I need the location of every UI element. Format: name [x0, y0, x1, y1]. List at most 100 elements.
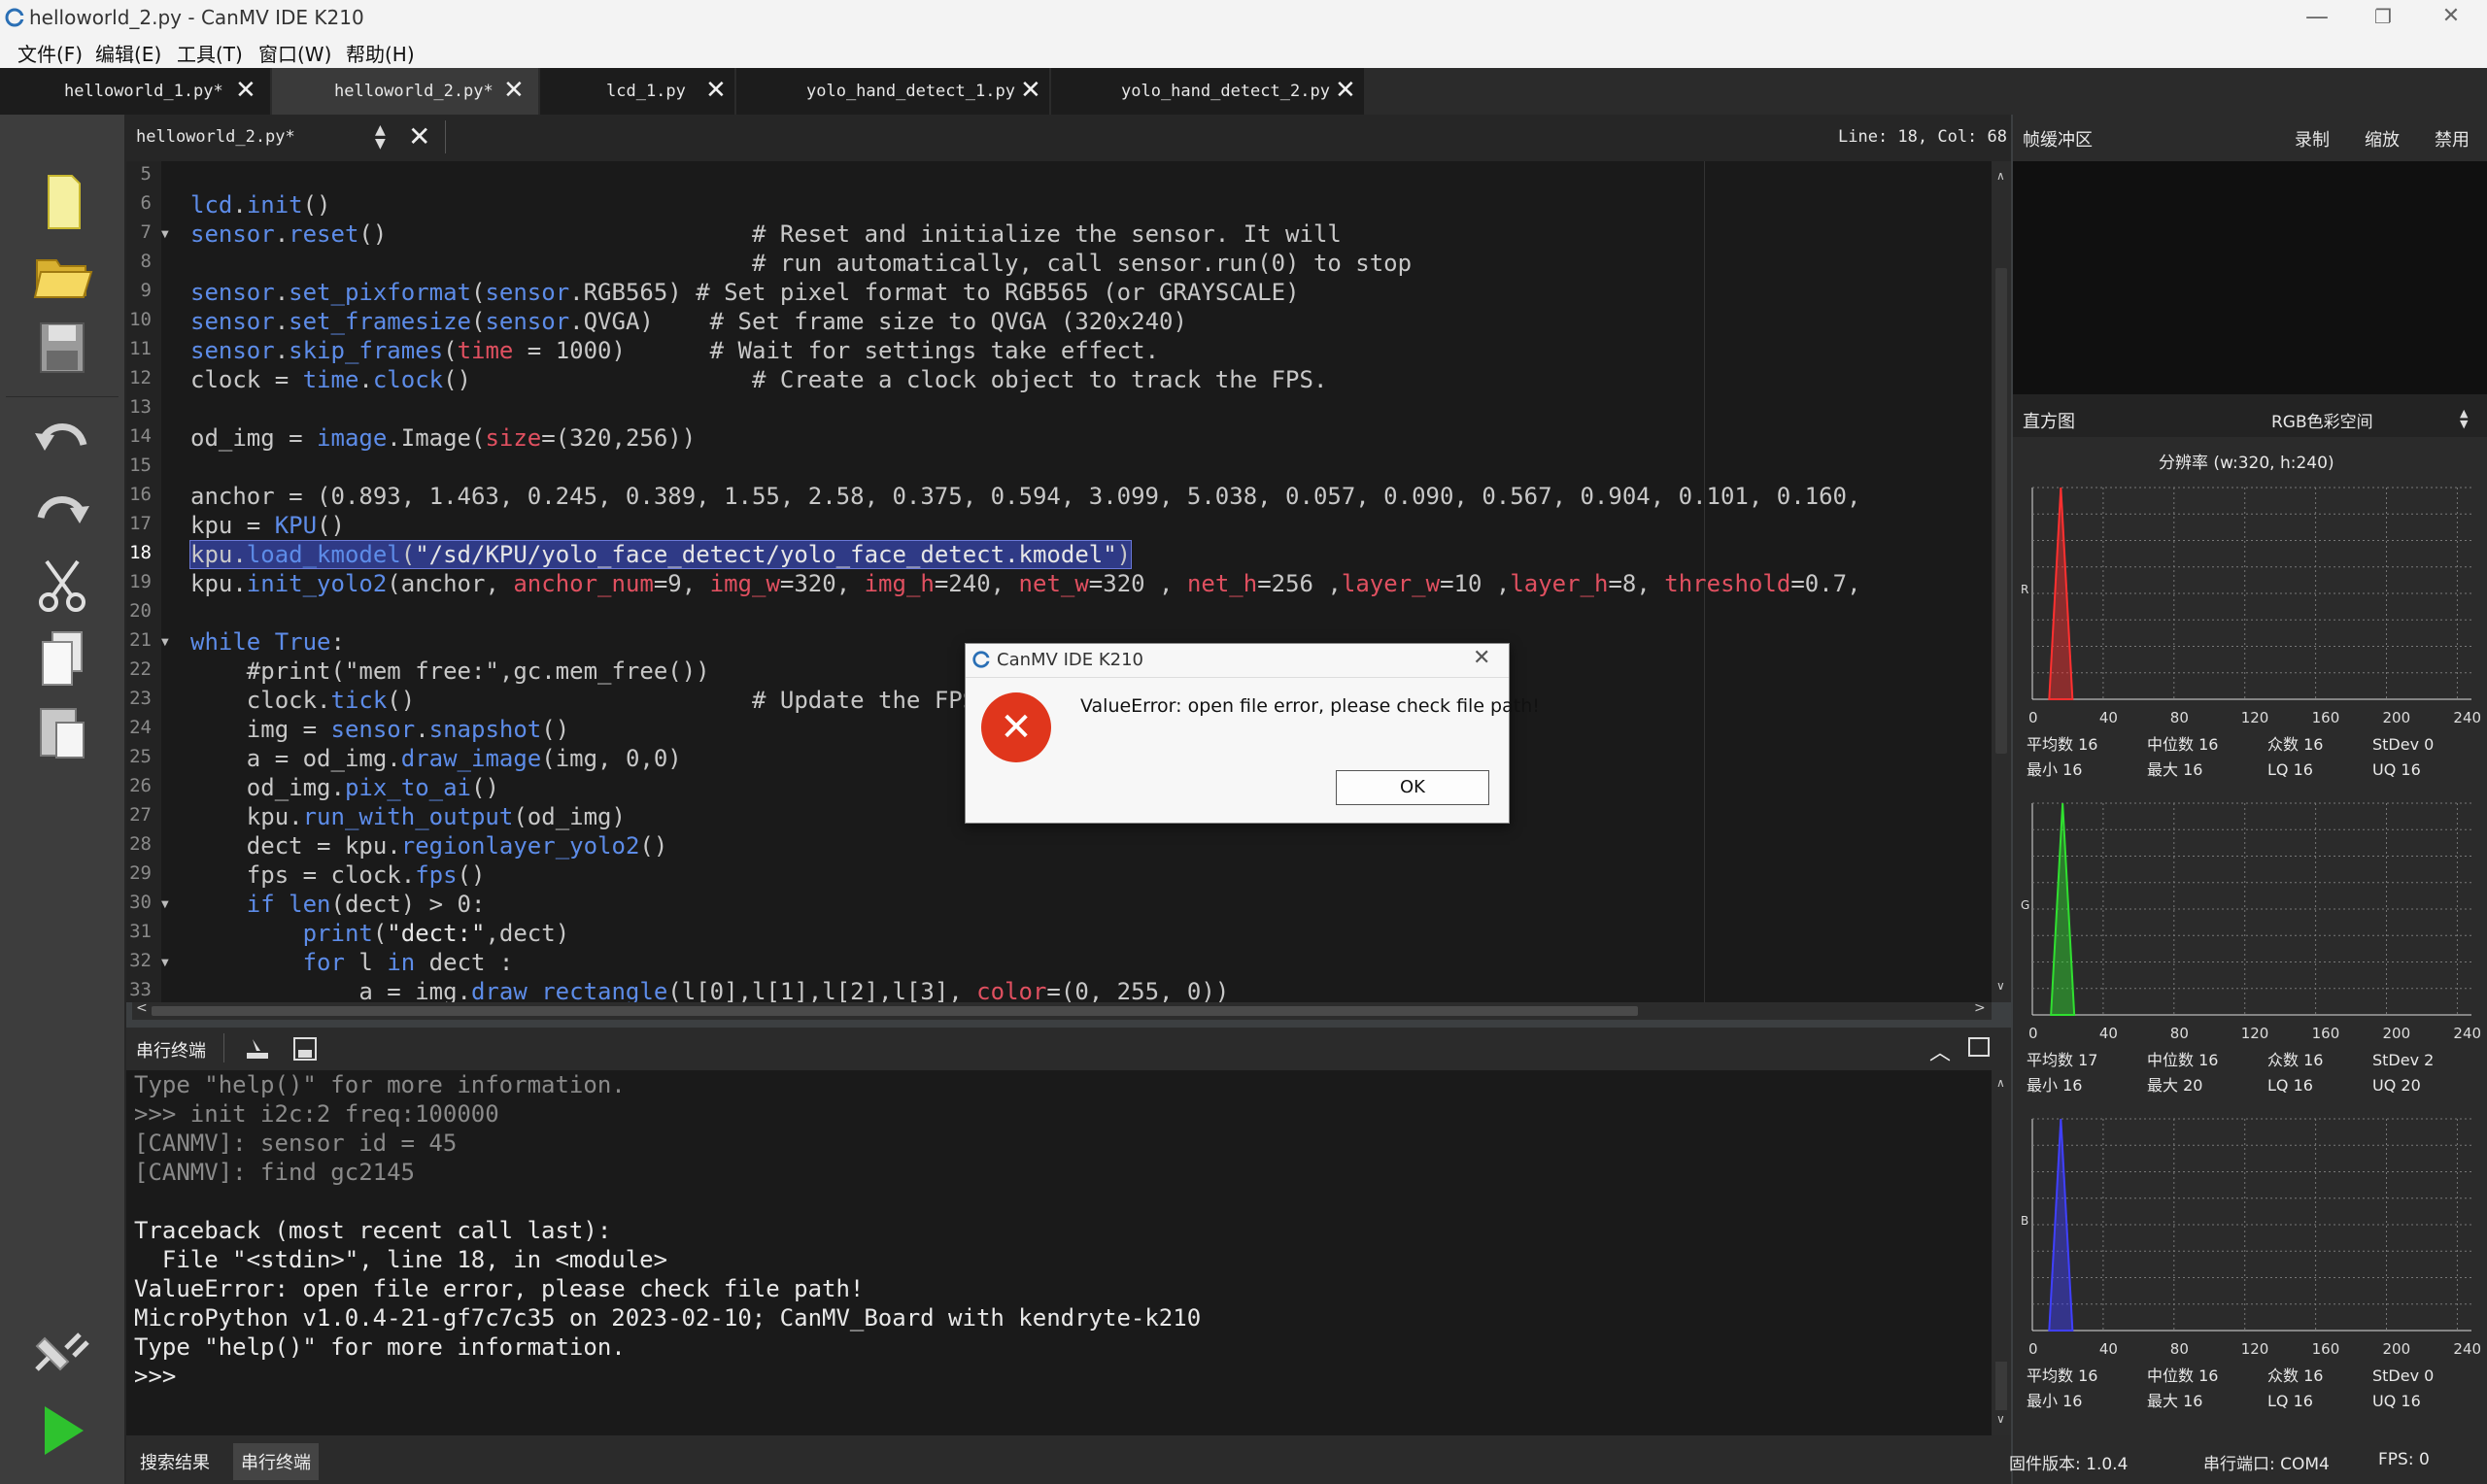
code-line[interactable]: anchor = (0.893, 1.463, 0.245, 0.389, 1.… — [190, 482, 1860, 511]
connect-icon[interactable] — [23, 1319, 101, 1387]
maximize-terminal-icon[interactable]: ︿ — [1929, 1035, 1951, 1066]
new-file-icon[interactable] — [23, 168, 101, 236]
menu-window[interactable]: 窗口(W) — [258, 39, 331, 67]
colorspace-select[interactable]: RGB色彩空间 — [2271, 408, 2373, 432]
open-folder-icon[interactable] — [23, 241, 101, 309]
tab-serial-terminal[interactable]: 串行终端 — [233, 1443, 319, 1480]
line-number: 22 — [129, 658, 152, 680]
code-line[interactable]: kpu.run_with_output(od_img) — [190, 802, 626, 831]
code-line[interactable]: a = img.draw_rectangle(l[0],l[1],l[2],l[… — [190, 977, 1229, 1002]
code-line[interactable]: print("dect:",dect) — [190, 919, 570, 948]
fold-marker-icon[interactable]: ▼ — [161, 958, 169, 968]
menu-tools[interactable]: 工具(T) — [177, 39, 243, 67]
save-icon[interactable] — [23, 314, 101, 382]
dialog-close-button[interactable]: ✕ — [1473, 646, 1490, 670]
tab-label: helloworld_1.py* — [64, 82, 223, 101]
menu-edit[interactable]: 编辑(E) — [95, 39, 161, 67]
record-button[interactable]: 录制 — [2295, 126, 2330, 152]
code-line[interactable]: sensor.reset() # Reset and initialize th… — [190, 219, 1342, 249]
terminal-vertical-scrollbar[interactable]: ∧ ∨ — [1992, 1070, 2011, 1435]
code-line[interactable]: kpu.load_kmodel("/sd/KPU/yolo_face_detec… — [188, 540, 1133, 569]
menu-help[interactable]: 帮助(H) — [346, 39, 415, 67]
hist-tick-label: 240 — [2453, 1025, 2481, 1042]
fold-marker-icon[interactable]: ▼ — [161, 899, 169, 910]
histogram-title: 直方图 — [2023, 412, 2075, 432]
redo-icon[interactable] — [23, 479, 101, 547]
float-terminal-icon[interactable] — [1968, 1037, 1990, 1057]
line-number: 33 — [129, 979, 152, 1000]
editor-horizontal-scrollbar[interactable]: < > — [132, 1000, 1992, 1020]
error-dialog: CanMV IDE K210 ✕ ✕ ValueError: open file… — [965, 643, 1540, 824]
zoom-button[interactable]: 缩放 — [2365, 126, 2400, 152]
maximize-button[interactable]: ❐ — [2349, 0, 2417, 35]
close-icon[interactable]: ✕ — [503, 76, 525, 105]
run-icon[interactable] — [23, 1397, 101, 1465]
undo-icon[interactable] — [23, 406, 101, 474]
code-line[interactable]: #print("mem free:",gc.mem_free()) — [190, 657, 710, 686]
hist-stat: StDev 0 — [2372, 1366, 2434, 1385]
code-line[interactable]: clock = time.clock() # Create a clock ob… — [190, 365, 1327, 394]
close-icon[interactable]: ✕ — [235, 76, 256, 105]
line-number: 27 — [129, 804, 152, 826]
code-line[interactable]: sensor.skip_frames(time = 1000) # Wait f… — [190, 336, 1159, 365]
code-line[interactable]: kpu.init_yolo2(anchor, anchor_num=9, img… — [190, 569, 1861, 598]
close-file-icon[interactable]: ✕ — [408, 120, 430, 152]
close-icon[interactable]: ✕ — [1335, 76, 1356, 105]
cut-icon[interactable] — [23, 552, 101, 620]
code-line[interactable]: sensor.set_framesize(sensor.QVGA) # Set … — [190, 307, 1187, 336]
terminal-line: Type "help()" for more information. — [134, 1071, 626, 1098]
fold-marker-icon[interactable]: ▼ — [161, 637, 169, 648]
disable-button[interactable]: 禁用 — [2435, 126, 2470, 152]
code-line[interactable]: od_img.pix_to_ai() — [190, 773, 499, 802]
code-line[interactable]: sensor.set_pixformat(sensor.RGB565) # Se… — [190, 278, 1300, 307]
tab-helloworld-2[interactable]: helloworld_2.py* ✕ — [272, 68, 538, 115]
code-line[interactable]: clock.tick() # Update the FPS clock. — [190, 686, 1075, 715]
menu-file[interactable]: 文件(F) — [17, 39, 83, 67]
hist-tick-label: 120 — [2241, 709, 2269, 726]
scroll-thumb[interactable] — [152, 1006, 1638, 1016]
hist-stat: 最小 16 — [2027, 1076, 2082, 1095]
ok-button[interactable]: OK — [1336, 770, 1489, 805]
terminal-line: [CANMV]: find gc2145 — [134, 1159, 415, 1186]
code-line[interactable]: dect = kpu.regionlayer_yolo2() — [190, 831, 668, 860]
fold-marker-icon[interactable]: ▼ — [161, 229, 169, 240]
tab-yolo-hand-detect-2[interactable]: yolo_hand_detect_2.py ✕ — [1051, 68, 1364, 115]
paste-icon[interactable] — [23, 697, 101, 765]
line-number: 17 — [129, 513, 152, 534]
hist-stat: 中位数 16 — [2147, 1051, 2218, 1069]
code-line[interactable]: a = od_img.draw_image(img, 0,0) — [190, 744, 682, 773]
code-editor[interactable]: lcd.init() sensor.reset() # Reset and ini… — [161, 161, 1992, 1002]
close-icon[interactable]: ✕ — [705, 76, 727, 105]
close-window-button[interactable]: ✕ — [2417, 0, 2485, 35]
updown-icon: ▲ ▼ — [2460, 407, 2469, 430]
code-line[interactable]: img = sensor.snapshot() — [190, 715, 569, 744]
code-line[interactable]: kpu = KPU() — [190, 511, 345, 540]
copy-icon[interactable] — [23, 624, 101, 692]
tab-search-results[interactable]: 搜索结果 — [132, 1443, 218, 1480]
line-number: 25 — [129, 746, 152, 767]
hist-tick-label: 40 — [2099, 1340, 2118, 1358]
close-icon[interactable]: ✕ — [1020, 76, 1041, 105]
file-selector[interactable]: helloworld_2.py* ▲ ▼ — [126, 118, 396, 158]
save-terminal-icon[interactable] — [291, 1035, 319, 1062]
hist-tick-label: 40 — [2099, 1025, 2118, 1042]
code-line[interactable]: # run automatically, call sensor.run(0) … — [190, 249, 1412, 278]
code-line[interactable]: od_img = image.Image(size=(320,256)) — [190, 423, 696, 453]
editor-vertical-scrollbar[interactable]: ∧ ∨ — [1992, 161, 2011, 1002]
tab-yolo-hand-detect-1[interactable]: yolo_hand_detect_1.py ✕ — [736, 68, 1049, 115]
hist-stat: 最大 20 — [2147, 1076, 2202, 1095]
clear-terminal-icon[interactable] — [243, 1035, 272, 1062]
minimize-button[interactable]: — — [2283, 0, 2351, 35]
code-line[interactable]: if len(dect) > 0: — [190, 890, 486, 919]
tab-lcd-1[interactable]: lcd_1.py ✕ — [540, 68, 734, 115]
hist-tick-label: 0 — [2028, 709, 2038, 726]
serial-terminal[interactable]: Type "help()" for more information. >>> i… — [126, 1070, 1992, 1435]
tab-label: yolo_hand_detect_1.py — [806, 82, 1015, 101]
code-line[interactable]: lcd.init() — [190, 190, 331, 219]
line-number: 18 — [129, 542, 152, 563]
code-line[interactable]: fps = clock.fps() — [190, 860, 486, 890]
code-line[interactable]: while True: — [190, 627, 345, 657]
hist-stat: LQ 16 — [2267, 760, 2313, 779]
tab-helloworld-1[interactable]: helloworld_1.py* ✕ — [0, 68, 270, 115]
code-line[interactable]: for l in dect : — [190, 948, 514, 977]
